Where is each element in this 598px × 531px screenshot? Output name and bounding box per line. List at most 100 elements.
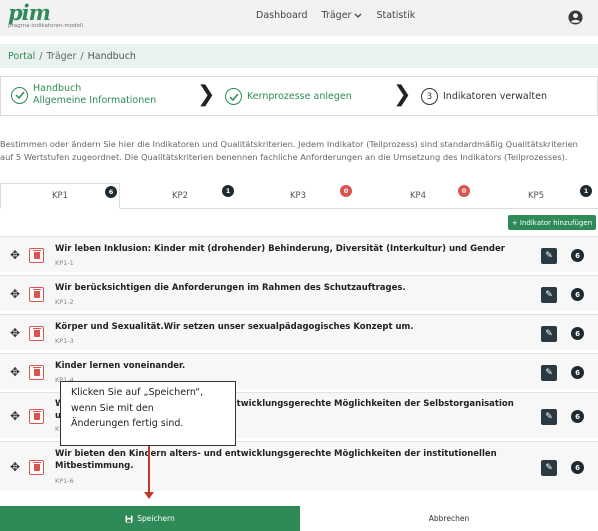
wizard-step-kernprozesse[interactable]: Kernprozesse anlegen	[225, 88, 352, 105]
trash-icon	[32, 328, 41, 337]
trash-icon	[32, 367, 41, 376]
wizard-step-handbuch-label: Handbuch Allgemeine Informationen	[33, 83, 156, 107]
tab-kp3[interactable]: KP3 0	[238, 183, 358, 209]
breadcrumb-separator: /	[80, 50, 84, 62]
logo-wordmark: pim	[8, 0, 51, 25]
drag-handle-icon[interactable]: ✥	[10, 287, 20, 301]
nav-traeger[interactable]: Träger	[322, 10, 363, 21]
chevron-down-icon	[355, 13, 362, 18]
wizard-step-handbuch-line2: Allgemeine Informationen	[33, 95, 157, 106]
chevron-right-icon: ❯	[197, 82, 216, 107]
tab-kp4-label: KP4	[409, 191, 427, 201]
tab-kp1-badge: 6	[105, 186, 117, 198]
wizard-step-handbuch-line1: Handbuch	[33, 83, 82, 94]
delete-button[interactable]	[29, 409, 44, 424]
trash-icon	[32, 411, 41, 420]
user-account-icon[interactable]	[568, 10, 583, 25]
pim-logo[interactable]: pim pragma-indikatoren-modell	[8, 0, 103, 33]
indicator-row: ✥ Wir leben Inklusion: Kinder mit (drohe…	[0, 236, 598, 272]
tab-kp4[interactable]: KP4 0	[358, 183, 478, 209]
check-icon	[11, 86, 28, 104]
breadcrumb-traeger[interactable]: Träger	[47, 51, 77, 62]
edit-button[interactable]: ✎	[541, 326, 557, 342]
wizard-step-handbuch[interactable]: Handbuch Allgemeine Informationen	[11, 83, 156, 107]
edit-button[interactable]: ✎	[541, 248, 557, 264]
indicator-code: KP1-1	[55, 259, 74, 267]
callout-line-2: wenn Sie mit den	[71, 402, 154, 414]
wizard-step-indikatoren-label: Indikatoren verwalten	[443, 91, 547, 102]
nav-dashboard[interactable]: Dashboard	[256, 10, 308, 21]
indicator-row: ✥ Wir bieten den Kindern alters- und ent…	[0, 441, 598, 491]
edit-button[interactable]: ✎	[541, 287, 557, 303]
criteria-count-badge: 6	[571, 410, 584, 423]
tab-kp2[interactable]: KP2 1	[120, 183, 240, 209]
logo-tagline: pragma-indikatoren-modell	[8, 23, 83, 29]
tab-kp1[interactable]: KP1 6	[0, 183, 120, 209]
top-navbar: pim pragma-indikatoren-modell Dashboard …	[0, 0, 598, 36]
save-button-label: Speichern	[137, 514, 175, 523]
indicator-code: KP1-2	[55, 298, 74, 306]
criteria-count-badge: 6	[571, 249, 584, 262]
nav-statistik[interactable]: Statistik	[376, 10, 415, 21]
breadcrumb-current: Handbuch	[87, 50, 136, 62]
drag-handle-icon[interactable]: ✥	[10, 460, 20, 474]
indicator-title: Wir bieten den Kindern alters- und entwi…	[55, 449, 497, 471]
callout-arrow-line	[148, 446, 150, 495]
edit-button[interactable]: ✎	[541, 409, 557, 425]
breadcrumb: Portal / Träger / Handbuch	[0, 44, 598, 68]
delete-button[interactable]	[29, 248, 44, 263]
add-indicator-button[interactable]: + Indikator hinzufügen	[508, 215, 596, 230]
criteria-count-badge: 6	[571, 461, 584, 474]
trash-icon	[32, 289, 41, 298]
wizard-steps: Handbuch Allgemeine Informationen ❯ Kern…	[0, 76, 598, 116]
callout-arrow-head	[144, 492, 154, 499]
chevron-right-icon: ❯	[393, 82, 412, 107]
tab-kp2-label: KP2	[171, 191, 189, 201]
tab-kp5[interactable]: KP5 1	[476, 183, 596, 209]
drag-handle-icon[interactable]: ✥	[10, 409, 20, 423]
edit-button[interactable]: ✎	[541, 460, 557, 476]
indicator-title: Kinder lernen voneinander.	[55, 361, 186, 371]
trash-icon	[32, 462, 41, 471]
tab-kp1-label: KP1	[51, 191, 69, 201]
tab-kp3-label: KP3	[289, 191, 307, 201]
delete-button[interactable]	[29, 287, 44, 302]
criteria-count-badge: 6	[571, 288, 584, 301]
tab-kp3-badge: 0	[340, 185, 352, 197]
indicator-title: Wir leben Inklusion: Kinder mit (drohend…	[55, 244, 505, 254]
kp-tabs: KP1 6 KP2 1 KP3 0 KP4 0 KP5 1	[0, 183, 598, 209]
cancel-button[interactable]: Abbrechen	[300, 506, 598, 531]
wizard-step-kernprozesse-label: Kernprozesse anlegen	[247, 90, 352, 102]
criteria-count-badge: 6	[571, 366, 584, 379]
drag-handle-icon[interactable]: ✥	[10, 248, 20, 262]
page-description: Bestimmen oder ändern Sie hier die Indik…	[0, 139, 578, 162]
delete-button[interactable]	[29, 326, 44, 341]
criteria-count-badge: 6	[571, 327, 584, 340]
indicator-row: ✥ Wir berücksichtigen die Anforderungen …	[0, 275, 598, 311]
drag-handle-icon[interactable]: ✥	[10, 365, 20, 379]
trash-icon	[32, 250, 41, 259]
callout-line-1: Klicken Sie auf „Speichern“,	[71, 387, 204, 398]
breadcrumb-separator: /	[39, 50, 43, 62]
tab-kp4-badge: 0	[458, 185, 470, 197]
delete-button[interactable]	[29, 365, 44, 380]
main-nav: Dashboard Träger Statistik	[256, 10, 415, 21]
indicator-code: KP1-3	[55, 337, 74, 345]
wizard-step-indikatoren[interactable]: 3 Indikatoren verwalten	[421, 88, 547, 105]
step-number-badge: 3	[421, 88, 438, 105]
indicator-code: KP1-6	[55, 477, 74, 485]
edit-button[interactable]: ✎	[541, 365, 557, 381]
drag-handle-icon[interactable]: ✥	[10, 326, 20, 340]
breadcrumb-portal[interactable]: Portal	[8, 51, 35, 62]
delete-button[interactable]	[29, 460, 44, 475]
check-icon	[225, 88, 242, 105]
indicator-row: ✥ Körper und Sexualität.Wir setzen unser…	[0, 314, 598, 350]
tab-kp5-label: KP5	[527, 191, 545, 201]
floppy-disk-icon	[125, 515, 133, 522]
nav-traeger-label: Träger	[321, 10, 352, 21]
callout-line-3: Änderungen fertig sind.	[71, 418, 184, 429]
tab-kp2-badge: 1	[222, 185, 234, 197]
tab-kp5-badge: 1	[580, 185, 592, 197]
save-button[interactable]: Speichern	[0, 506, 300, 531]
indicator-title: Körper und Sexualität.Wir setzen unser s…	[55, 322, 414, 332]
